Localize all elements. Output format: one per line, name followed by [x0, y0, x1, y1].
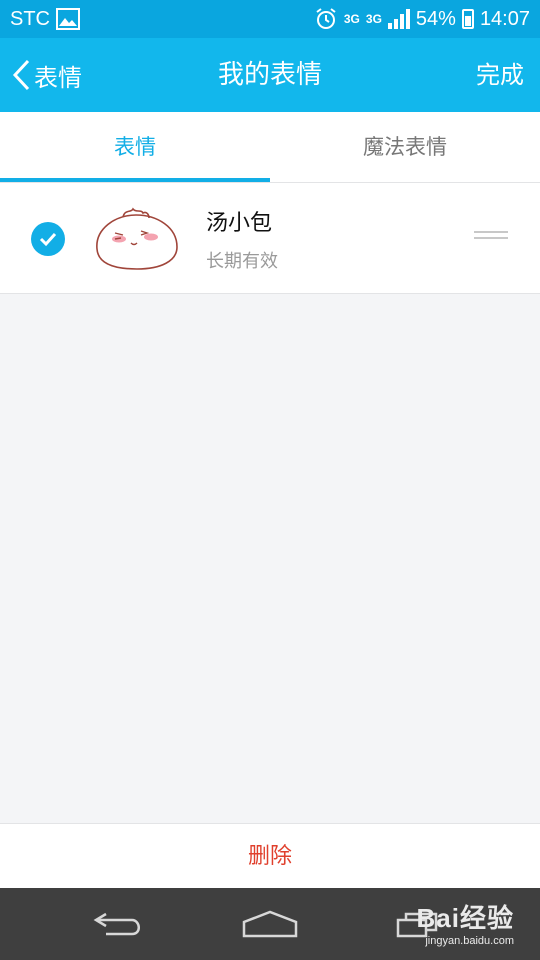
list-item[interactable]: 汤小包 长期有效 [0, 183, 540, 294]
checkmark-icon [39, 232, 57, 247]
back-nav-icon[interactable] [92, 908, 148, 940]
signal-icon [387, 9, 410, 29]
tab-stickers[interactable]: 表情 [0, 112, 270, 182]
alarm-icon [316, 8, 336, 29]
watermark-brand: Bai经验 [416, 903, 514, 933]
done-button[interactable]: 完成 [476, 38, 524, 112]
network-type-1: 3G [343, 12, 360, 26]
watermark: Bai经验 jingyan.baidu.com [417, 898, 514, 947]
checkbox[interactable] [31, 222, 65, 256]
item-validity: 长期有效 [206, 251, 278, 272]
item-name: 汤小包 [206, 211, 273, 236]
status-bar: STC 3G 3G 54% 14:07 [0, 0, 540, 38]
image-notification-icon [56, 8, 80, 30]
title-bar: 表情 我的表情 完成 [0, 38, 540, 112]
tab-magic-stickers[interactable]: 魔法表情 [270, 112, 540, 182]
home-nav-icon[interactable] [240, 908, 300, 940]
battery-icon [461, 9, 474, 29]
dumpling-sticker-thumbnail [96, 207, 178, 270]
tab-bar: 表情 魔法表情 [0, 112, 540, 183]
watermark-url: jingyan.baidu.com [425, 935, 514, 947]
page-title: 我的表情 [217, 60, 322, 90]
drag-handle-icon[interactable] [474, 231, 508, 245]
battery-percent: 54% [415, 7, 456, 30]
bottom-action-bar: 删除 [0, 823, 540, 889]
network-type-2: 3G [365, 12, 382, 26]
clock: 14:07 [479, 7, 530, 30]
carrier-label: STC [10, 7, 50, 30]
delete-button[interactable]: 删除 [248, 844, 292, 869]
